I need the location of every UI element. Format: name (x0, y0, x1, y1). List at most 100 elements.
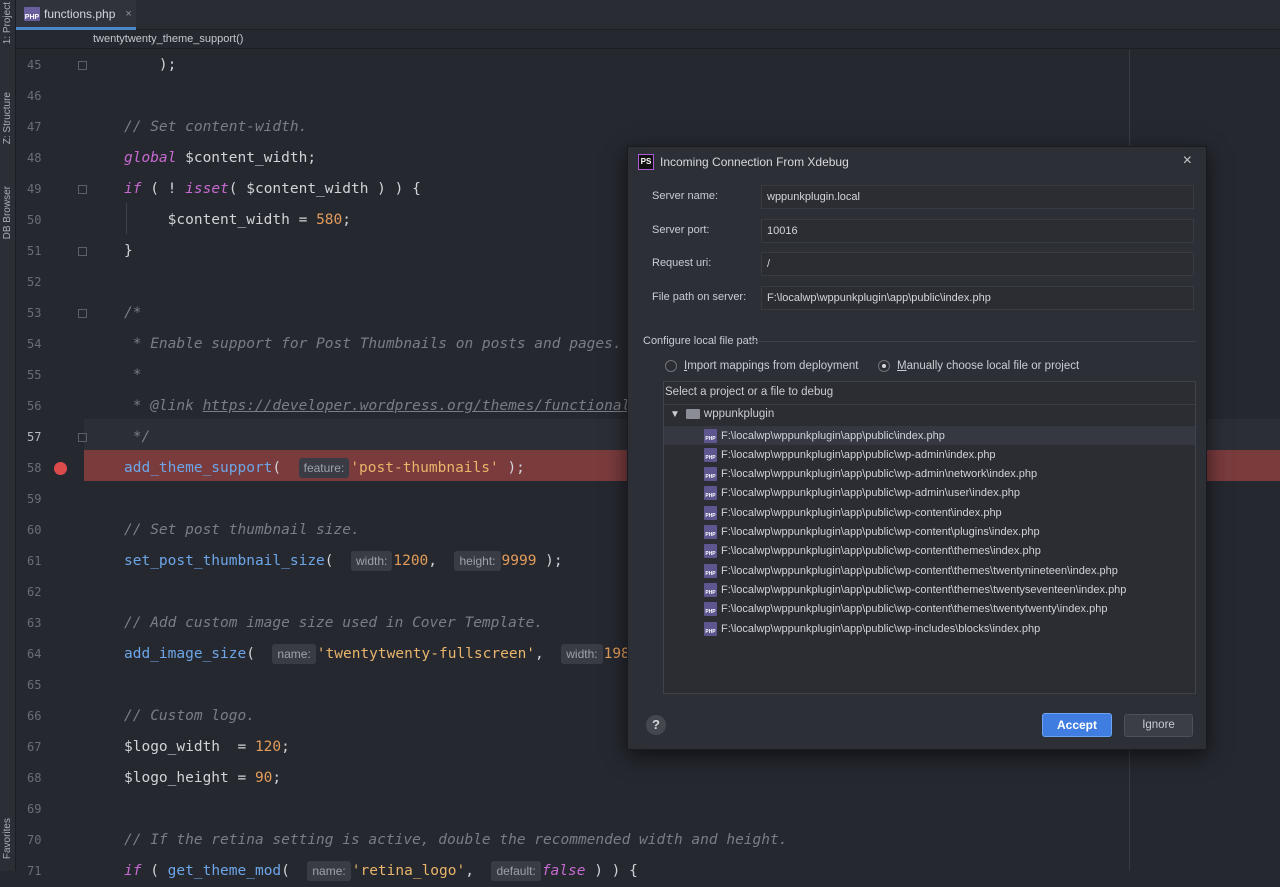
close-icon[interactable]: × (1183, 152, 1192, 170)
code-line[interactable]: // Custom logo. (124, 701, 255, 732)
request-uri-row: Request uri: / (652, 252, 1194, 276)
file-path: F:\localwp\wppunkplugin\app\public\wp-co… (721, 603, 1108, 616)
line-number[interactable]: 54 (27, 329, 57, 360)
code-line[interactable]: $logo_width = 120; (124, 732, 290, 763)
xdebug-incoming-connection-dialog: PS Incoming Connection From Xdebug × Ser… (627, 146, 1207, 750)
php-file-icon: PHP (704, 602, 717, 617)
line-number[interactable]: 46 (27, 81, 57, 112)
project-node[interactable]: ▼ wppunkplugin (670, 408, 774, 420)
tool-project[interactable]: 1: Project (0, 2, 15, 72)
code-line[interactable]: * Enable support for Post Thumbnails on … (124, 329, 622, 360)
line-number[interactable]: 69 (27, 794, 57, 825)
expand-triangle-icon[interactable]: ▼ (670, 409, 680, 420)
line-number[interactable]: 45 (27, 50, 57, 81)
list-item[interactable]: PHP F:\localwp\wppunkplugin\app\public\wp… (664, 580, 1195, 599)
line-number[interactable]: 50 (27, 205, 57, 236)
code-line[interactable]: if ( ! isset( $content_width ) ) { (124, 174, 421, 205)
list-item[interactable]: PHP F:\localwp\wppunkplugin\app\public\wp… (664, 503, 1195, 522)
code-line[interactable]: // If the retina setting is active, doub… (124, 825, 787, 856)
code-line[interactable]: $logo_height = 90; (124, 763, 281, 794)
line-number[interactable]: 65 (27, 670, 57, 701)
fold-marker-icon[interactable] (78, 309, 87, 318)
close-icon[interactable]: × (125, 8, 131, 20)
list-item[interactable]: PHP F:\localwp\wppunkplugin\app\public\wp… (664, 465, 1195, 484)
accept-button[interactable]: Accept (1042, 713, 1112, 737)
help-icon[interactable]: ? (646, 715, 666, 735)
list-item[interactable]: PHP F:\localwp\wppunkplugin\app\public\wp… (664, 619, 1195, 638)
list-item[interactable]: PHP F:\localwp\wppunkplugin\app\public\wp… (664, 561, 1195, 580)
list-item[interactable]: PHP F:\localwp\wppunkplugin\app\public\wp… (664, 600, 1195, 619)
fold-marker-icon[interactable] (78, 247, 87, 256)
line-number[interactable]: 59 (27, 484, 57, 515)
radio-manual-indicator[interactable] (878, 360, 890, 372)
tool-favorites[interactable]: Favorites (0, 818, 15, 870)
code-line[interactable]: add_image_size( name:'twentytwenty-fulls… (124, 639, 639, 670)
code-line[interactable]: if ( get_theme_mod( name:'retina_logo', … (124, 856, 638, 887)
breadcrumb[interactable]: twentytwenty_theme_support() (16, 30, 1280, 49)
code-line[interactable]: global $content_width; (124, 143, 316, 174)
line-number[interactable]: 67 (27, 732, 57, 763)
line-number[interactable]: 68 (27, 763, 57, 794)
code-line[interactable]: add_theme_support( feature:'post-thumbna… (124, 453, 525, 484)
code-line[interactable]: * @link https://developer.wordpress.org/… (124, 391, 639, 422)
line-number[interactable]: 55 (27, 360, 57, 391)
line-number[interactable]: 64 (27, 639, 57, 670)
tab-functions-php[interactable]: PHP functions.php × (16, 0, 136, 30)
code-line[interactable]: */ (124, 422, 150, 453)
code-line[interactable]: // Set post thumbnail size. (124, 515, 360, 546)
line-number[interactable]: 61 (27, 546, 57, 577)
fold-marker-icon[interactable] (78, 433, 87, 442)
radio-import-mappings[interactable]: Import mappings from deployment (665, 360, 859, 372)
code-line[interactable]: // Add custom image size used in Cover T… (124, 608, 543, 639)
code-line[interactable]: * (124, 360, 142, 391)
line-number[interactable]: 66 (27, 701, 57, 732)
tool-db-browser[interactable]: DB Browser (0, 186, 15, 258)
code-line[interactable]: // Set content-width. (124, 112, 307, 143)
file-path: F:\localwp\wppunkplugin\app\public\wp-ad… (721, 448, 996, 461)
section-title: Configure local file path (643, 335, 758, 347)
file-path-field[interactable]: F:\localwp\wppunkplugin\app\public\index… (761, 286, 1194, 310)
code-line[interactable]: ); (124, 50, 176, 81)
php-file-icon: PHP (704, 544, 717, 559)
php-file-icon: PHP (704, 563, 717, 578)
php-file-icon: PHP (704, 447, 717, 462)
server-name-field[interactable]: wppunkplugin.local (761, 185, 1194, 209)
line-number[interactable]: 48 (27, 143, 57, 174)
code-line[interactable]: } (124, 236, 133, 267)
ignore-button[interactable]: Ignore (1124, 714, 1193, 737)
code-line[interactable]: set_post_thumbnail_size( width: 1200, hei… (124, 546, 563, 577)
line-number[interactable]: 47 (27, 112, 57, 143)
line-number[interactable]: 51 (27, 236, 57, 267)
fold-marker-icon[interactable] (78, 185, 87, 194)
radio-import-indicator[interactable] (665, 360, 677, 372)
fold-marker-icon[interactable] (78, 61, 87, 70)
code-line[interactable]: /* (124, 298, 141, 329)
php-file-icon: PHP (704, 428, 717, 443)
line-number[interactable]: 58 (27, 453, 57, 484)
line-number[interactable]: 62 (27, 577, 57, 608)
server-port-field[interactable]: 10016 (761, 219, 1194, 243)
line-number[interactable]: 52 (27, 267, 57, 298)
request-uri-field[interactable]: / (761, 252, 1194, 276)
file-chooser-list[interactable]: Select a project or a file to debug ▼ wp… (663, 381, 1196, 694)
list-item[interactable]: PHP F:\localwp\wppunkplugin\app\public\in… (664, 426, 1195, 445)
list-item[interactable]: PHP F:\localwp\wppunkplugin\app\public\wp… (664, 484, 1195, 503)
radio-manual-choose[interactable]: Manually choose local file or project (878, 360, 1079, 372)
line-number[interactable]: 60 (27, 515, 57, 546)
php-file-icon: PHP (704, 621, 717, 636)
line-number[interactable]: 70 (27, 825, 57, 856)
tool-structure[interactable]: Z: Structure (0, 92, 15, 164)
line-number[interactable]: 63 (27, 608, 57, 639)
line-number[interactable]: 56 (27, 391, 57, 422)
list-item[interactable]: PHP F:\localwp\wppunkplugin\app\public\wp… (664, 542, 1195, 561)
line-number[interactable]: 71 (27, 856, 57, 887)
line-number[interactable]: 53 (27, 298, 57, 329)
list-item[interactable]: PHP F:\localwp\wppunkplugin\app\public\wp… (664, 445, 1195, 464)
php-file-icon: PHP (704, 486, 717, 501)
code-line[interactable]: $content_width = 580; (124, 205, 351, 236)
line-number[interactable]: 57 (27, 422, 57, 453)
file-path: F:\localwp\wppunkplugin\app\public\wp-co… (721, 583, 1127, 596)
breakpoint-icon[interactable] (54, 462, 67, 475)
line-number[interactable]: 49 (27, 174, 57, 205)
list-item[interactable]: PHP F:\localwp\wppunkplugin\app\public\wp… (664, 523, 1195, 542)
